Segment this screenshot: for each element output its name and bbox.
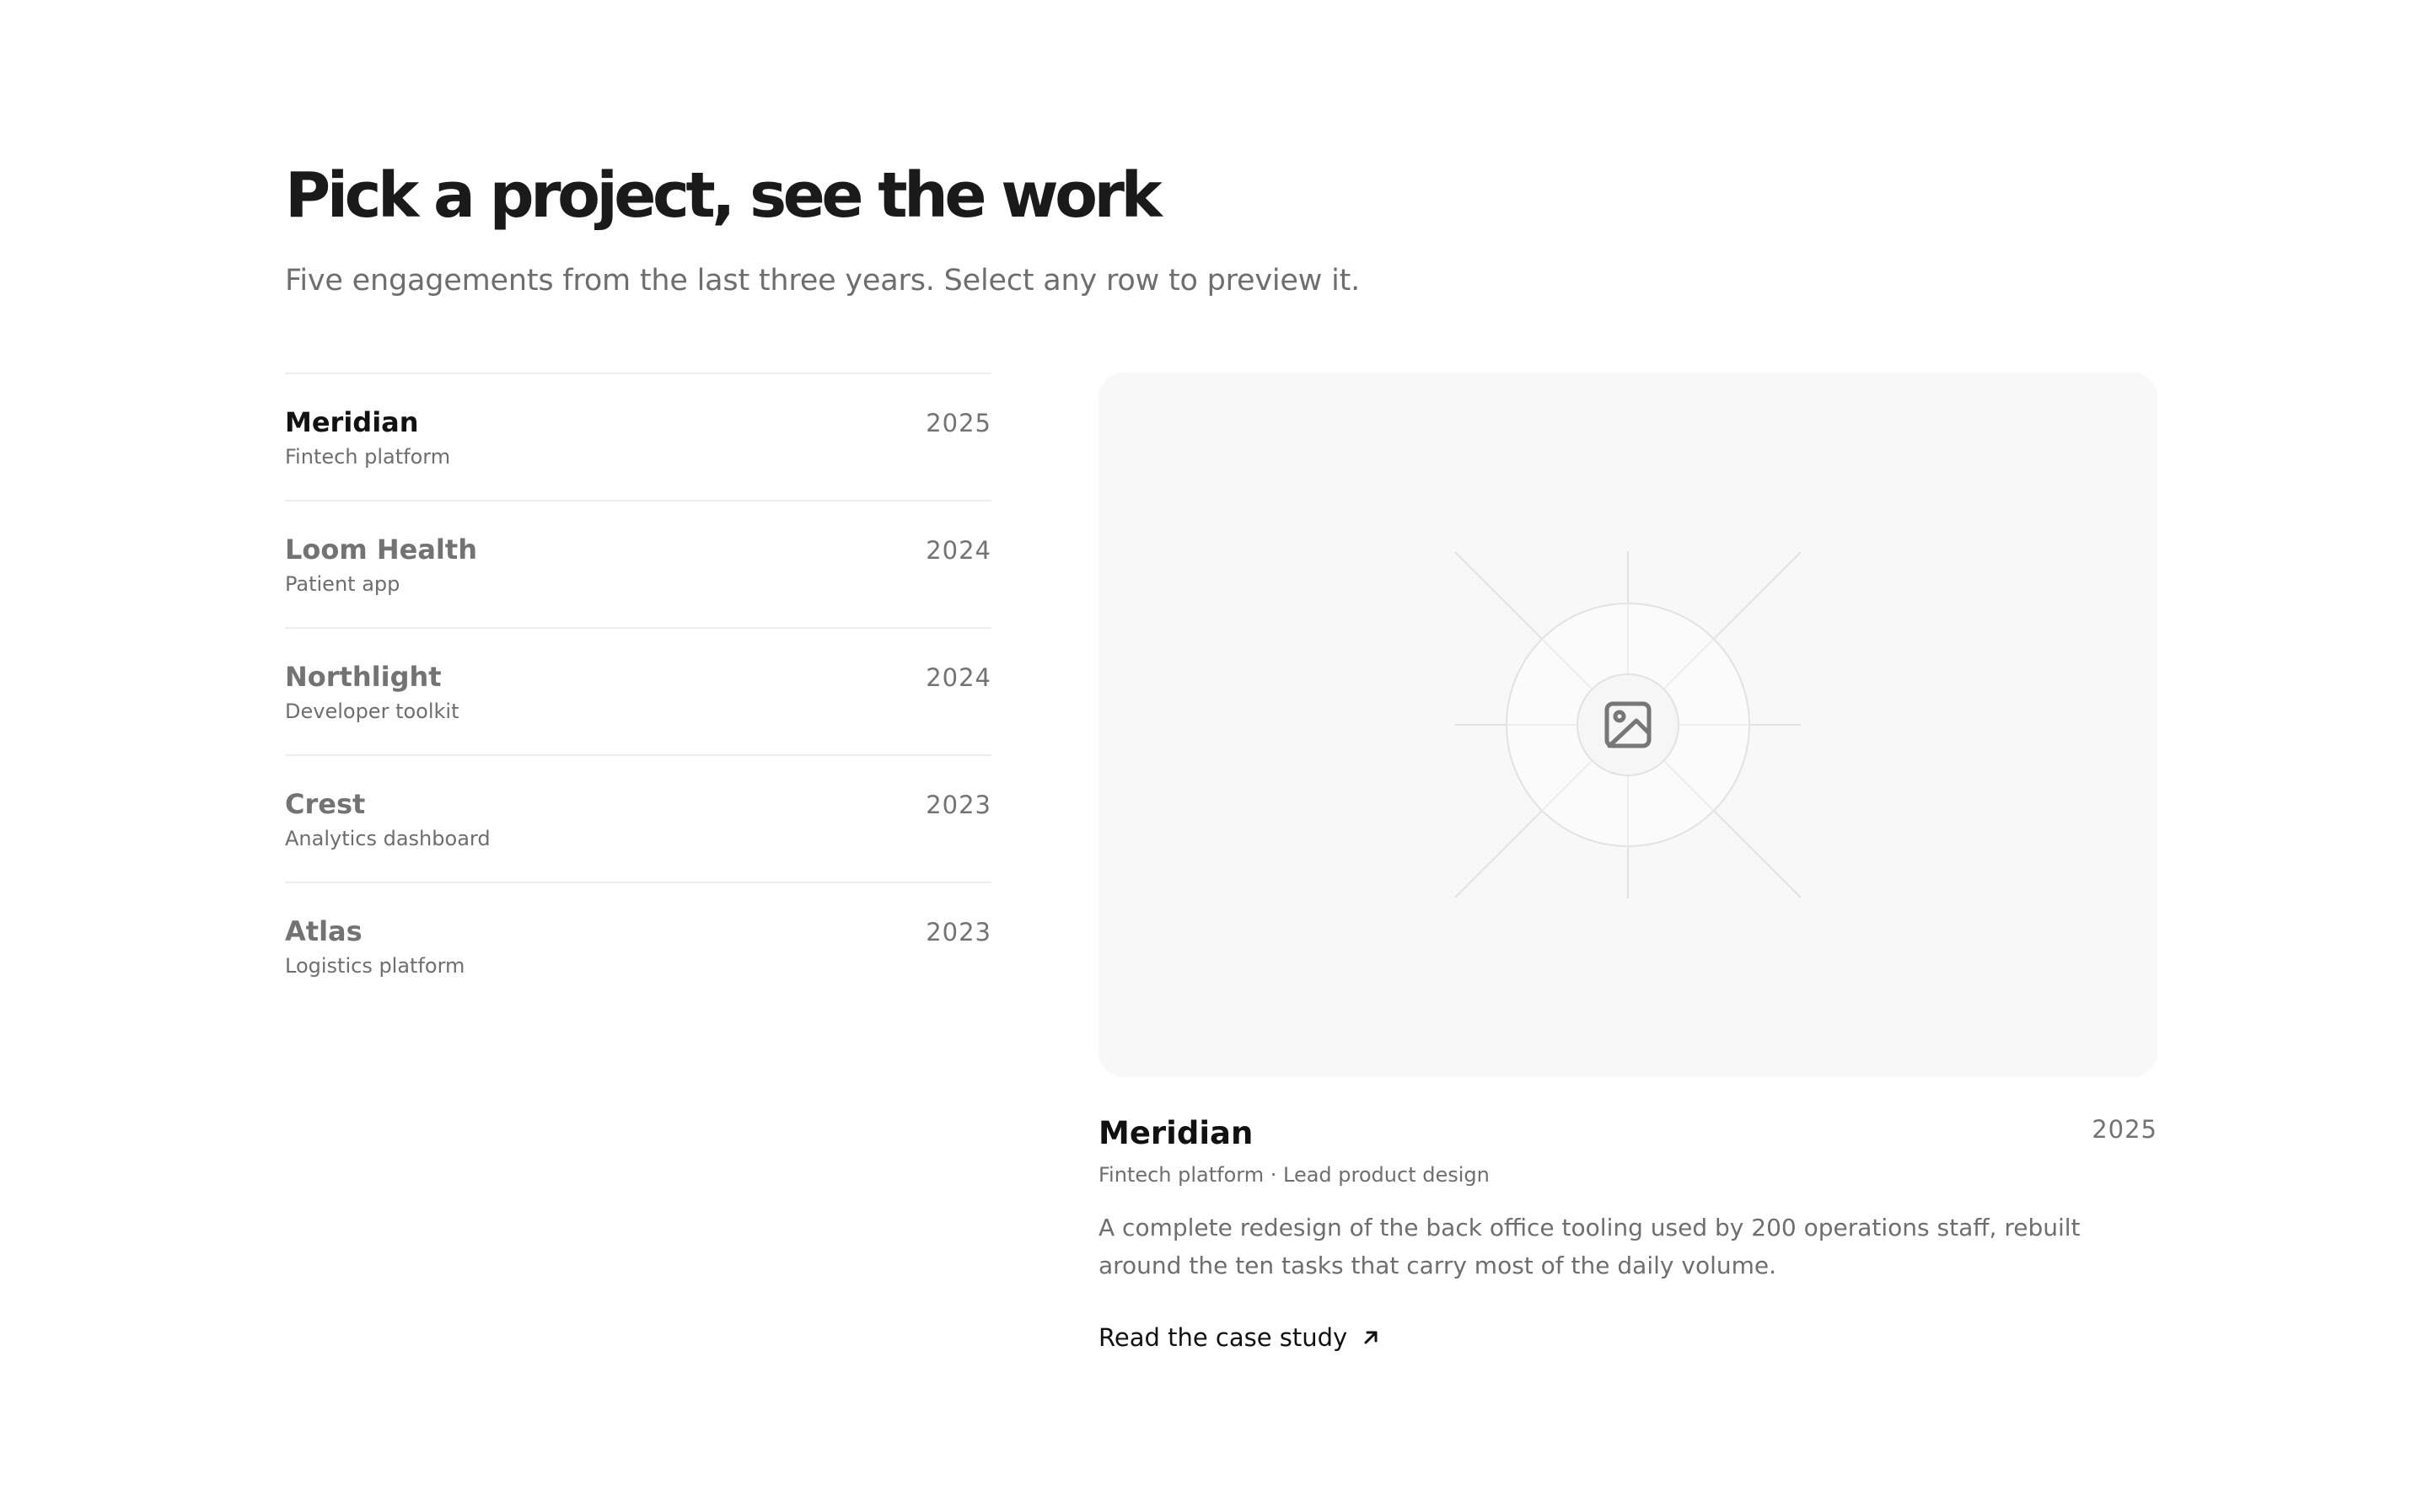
project-type: Fintech platform	[285, 445, 451, 469]
project-row-atlas[interactable]: Atlas Logistics platform 2023	[285, 883, 991, 1009]
project-year: 2023	[926, 791, 991, 819]
project-name: Crest	[285, 788, 366, 820]
project-row-loom-health[interactable]: Loom Health Patient app 2024	[285, 501, 991, 629]
read-case-study-link[interactable]: Read the case study	[1099, 1321, 1383, 1354]
preview-title: Meridian	[1099, 1115, 1254, 1151]
preview-description: A complete redesign of the back office t…	[1099, 1214, 2081, 1279]
preview-year: 2025	[2092, 1115, 2157, 1144]
project-row-northlight[interactable]: Northlight Developer toolkit 2024	[285, 629, 991, 756]
project-list: Meridian Fintech platform 2025 Loom Heal…	[285, 373, 991, 1009]
project-type: Patient app	[285, 572, 400, 596]
project-type: Developer toolkit	[285, 700, 459, 723]
project-type: Analytics dashboard	[285, 827, 491, 850]
page-subtitle: Five engagements from the last three yea…	[285, 264, 1361, 298]
image-icon	[1604, 701, 1652, 748]
project-row-meridian[interactable]: Meridian Fintech platform 2025	[285, 374, 991, 501]
project-name: Meridian	[285, 406, 419, 438]
case-study-label: Read the case study	[1099, 1323, 1348, 1352]
preview-meta: Fintech platform · Lead product design	[1099, 1163, 1490, 1187]
project-year: 2025	[926, 409, 991, 437]
project-year: 2023	[926, 918, 991, 946]
page: Pick a project, see the work Five engage…	[0, 0, 2428, 1512]
project-name: Atlas	[285, 915, 363, 947]
project-year: 2024	[926, 663, 991, 692]
project-year: 2024	[926, 536, 991, 565]
project-row-crest[interactable]: Crest Analytics dashboard 2023	[285, 756, 991, 883]
preview-image-placeholder	[1099, 373, 2157, 1077]
arrow-up-right-icon	[1364, 1331, 1378, 1344]
project-name: Northlight	[285, 661, 442, 693]
page-title: Pick a project, see the work	[285, 159, 1163, 232]
project-name: Loom Health	[285, 533, 477, 566]
project-type: Logistics platform	[285, 954, 465, 978]
